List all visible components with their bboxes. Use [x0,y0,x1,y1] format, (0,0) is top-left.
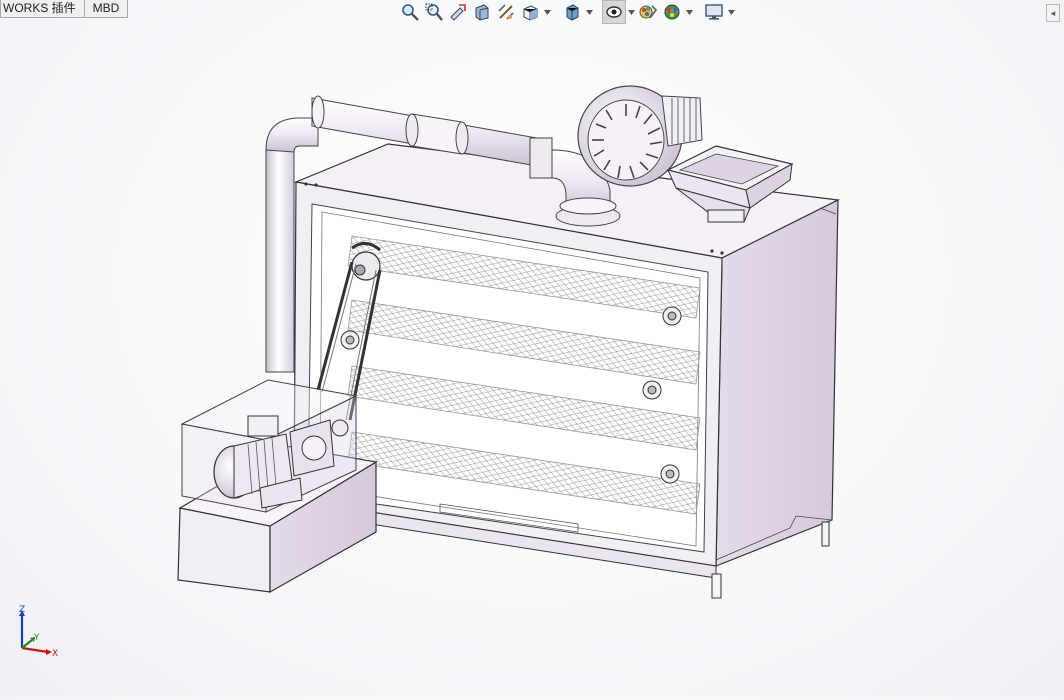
graphics-area[interactable] [0,0,1064,695]
collapse-arrow-icon: ◂ [1050,7,1056,18]
apply-scene-dropdown[interactable] [684,0,694,24]
z-axis-label: Z [19,605,25,615]
previous-view-icon[interactable] [446,0,470,24]
drive-motor-unit[interactable] [177,379,378,594]
apply-scene-icon[interactable] [660,0,684,24]
dynamic-annotation-icon[interactable] [494,0,518,24]
x-axis [21,646,49,654]
task-pane-collapse-button[interactable]: ◂ [1046,4,1060,22]
edit-appearance-icon[interactable] [636,0,660,24]
hide-show-items-icon[interactable] [602,0,626,24]
view-settings-dropdown[interactable] [726,0,736,24]
hide-show-items-dropdown[interactable] [626,0,636,24]
display-style-dropdown[interactable] [584,0,594,24]
y-axis-label: Y [33,633,40,643]
section-view-icon[interactable] [470,0,494,24]
view-orientation-icon[interactable] [518,0,542,24]
view-orientation-dropdown[interactable] [542,0,552,24]
display-style-icon[interactable] [560,0,584,24]
tab-mbd[interactable]: MBD [83,0,129,18]
zoom-to-fit-icon[interactable] [398,0,422,24]
y-axis [21,639,33,649]
tab-solidworks-addins[interactable]: WORKS 插件 [0,0,85,18]
zoom-to-area-icon[interactable] [422,0,446,24]
x-axis-label: X [52,649,58,658]
heads-up-view-toolbar [398,0,736,24]
view-settings-icon[interactable] [702,0,726,24]
command-manager-tabs: WORKS 插件 MBD [0,0,129,18]
reference-triad: Z Y X [19,605,58,658]
model-view [177,85,841,599]
